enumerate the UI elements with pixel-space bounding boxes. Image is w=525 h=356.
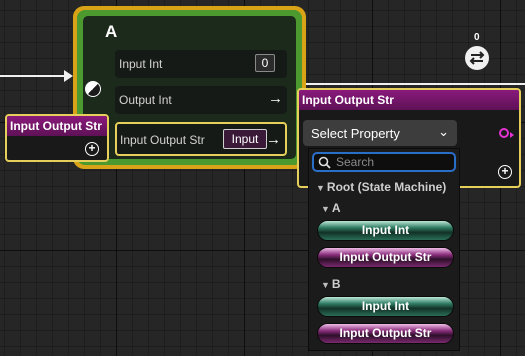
property-row-output-int[interactable]: Output Int → [115,86,287,114]
collapse-triangle-icon: ▼ [316,183,325,193]
tree-group-b[interactable]: ▼ B [321,277,341,291]
collapse-triangle-icon: ▼ [321,280,330,290]
output-arrow-icon: → [268,90,283,107]
add-pin-icon[interactable]: + [498,165,512,179]
add-pin-icon[interactable]: + [85,142,99,156]
state-title: A [105,22,118,41]
search-icon [318,156,331,169]
swap-arrows-icon [469,51,485,65]
property-row-input-output-str[interactable]: Input Output Str Input → [115,122,287,156]
int-value-field[interactable]: 0 [255,54,275,72]
property-option-input-int-a[interactable]: Input Int [317,220,454,241]
tree-root-label: Root (State Machine) [326,180,447,194]
state-entry-icon [85,81,101,97]
node-title: Input Output Str [7,116,107,136]
select-property-dropdown[interactable]: Select Property ⌄ [303,120,457,146]
property-dropdown-menu: ▼Root (State Machine) ▼A Input Int Input… [308,148,460,351]
search-input[interactable] [336,155,446,169]
property-option-input-output-str-b[interactable]: Input Output Str [317,323,454,344]
string-value-field[interactable]: Input [223,129,267,149]
select-property-label: Select Property [311,126,400,141]
property-node-left[interactable]: Input Output Str + [5,114,109,162]
property-label: Input Int [119,57,163,71]
transition-count: 0 [474,32,480,43]
output-arrow-icon: → [266,131,281,148]
wire-arrow-icon [64,70,73,82]
tree-root[interactable]: ▼ Root (State Machine) [316,180,446,194]
tree-group-label: B [331,277,341,291]
property-label: Input Output Str [120,133,205,147]
transition-rule-icon[interactable] [465,46,489,70]
tree-group-a[interactable]: ▼ A [321,201,341,215]
property-option-input-int-b[interactable]: Input Int [317,296,454,317]
node-title: Input Output Str [299,90,519,110]
search-field[interactable] [312,152,456,172]
property-option-input-output-str-a[interactable]: Input Output Str [317,247,454,268]
input-wire [0,75,66,77]
transition-wire [306,83,525,85]
collapse-triangle-icon: ▼ [321,204,330,214]
tree-group-label: A [331,201,341,215]
property-row-input-int[interactable]: Input Int 0 [115,50,287,78]
property-label: Output Int [119,93,172,107]
chevron-down-icon: ⌄ [438,124,449,139]
string-output-pin-icon[interactable] [499,128,514,138]
